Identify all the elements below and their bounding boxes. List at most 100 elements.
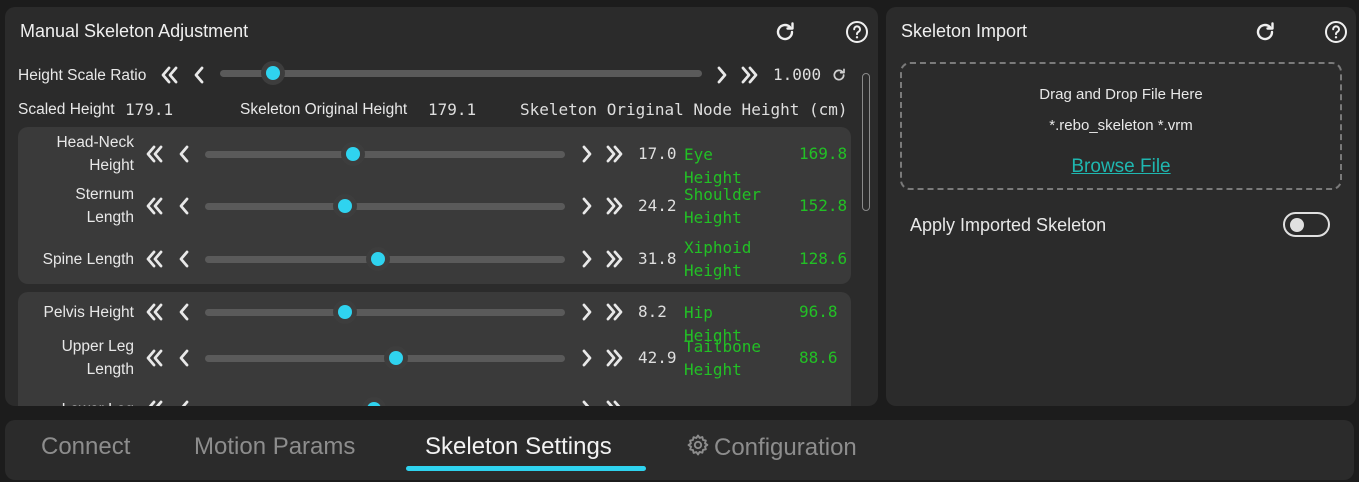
- tab-connect[interactable]: Connect: [41, 433, 130, 461]
- param-value: 42.9: [638, 348, 677, 367]
- chevron-left-icon[interactable]: [173, 301, 195, 323]
- apply-skeleton-toggle[interactable]: [1283, 212, 1330, 237]
- param-value: 24.2: [638, 196, 677, 215]
- param-label-line: Sternum: [75, 186, 134, 203]
- browse-file-link[interactable]: Browse File: [902, 156, 1340, 178]
- height-scale-slider-track[interactable]: [220, 70, 702, 77]
- node-name-line: Xiphoid: [684, 238, 752, 257]
- param-label-line: Length: [86, 361, 134, 378]
- chevron-right-icon[interactable]: [576, 301, 598, 323]
- param-slider-handle[interactable]: [383, 346, 408, 370]
- chevron-left-icon[interactable]: [188, 64, 210, 86]
- param-slider-track[interactable]: [205, 150, 565, 158]
- param-slider-track[interactable]: [205, 308, 565, 316]
- scaled-height-value: 179.1: [125, 100, 174, 119]
- param-label-line: Upper Leg: [61, 338, 134, 355]
- node-name-line: Eye Height: [684, 144, 742, 187]
- param-slider-track[interactable]: [205, 202, 565, 210]
- node-name: Tailbone Height: [684, 335, 761, 381]
- double-chevron-left-icon[interactable]: [143, 195, 165, 217]
- node-height-value: 96.8: [799, 302, 838, 321]
- tab-skeleton-settings[interactable]: Skeleton Settings: [425, 433, 612, 461]
- chevron-left-icon[interactable]: [173, 248, 195, 270]
- node-name-line: Height: [684, 360, 742, 379]
- param-label: Sternum Length: [13, 183, 134, 229]
- chevron-left-icon[interactable]: [173, 347, 195, 369]
- double-chevron-right-icon[interactable]: [604, 347, 626, 369]
- height-scale-slider-handle[interactable]: [261, 61, 286, 85]
- double-chevron-left-icon[interactable]: [158, 64, 180, 86]
- file-extensions: *.rebo_skeleton *.vrm: [1049, 117, 1193, 134]
- double-chevron-right-icon[interactable]: [604, 248, 626, 270]
- double-chevron-left-icon[interactable]: [143, 398, 165, 406]
- double-chevron-right-icon[interactable]: [604, 195, 626, 217]
- param-slider-handle[interactable]: [333, 300, 358, 324]
- node-name-line: Height: [684, 261, 742, 280]
- param-label-line: Pelvis Height: [43, 303, 134, 321]
- double-chevron-left-icon[interactable]: [143, 248, 165, 270]
- param-label: Pelvis Height: [13, 301, 134, 324]
- double-chevron-right-icon[interactable]: [604, 398, 626, 406]
- chevron-left-icon[interactable]: [173, 398, 195, 406]
- chevron-right-icon[interactable]: [711, 64, 733, 86]
- chevron-right-icon[interactable]: [576, 143, 598, 165]
- tab-label: Motion Params: [194, 433, 356, 460]
- scaled-height-label: Scaled Height: [18, 101, 115, 118]
- reset-icon[interactable]: [831, 67, 847, 83]
- node-name-line: Shoulder: [684, 185, 762, 204]
- node-name-line: Height: [684, 208, 742, 227]
- height-scale-value: 1.000: [773, 65, 822, 84]
- chevron-left-icon[interactable]: [173, 195, 195, 217]
- param-label-line: Lower Leg: [13, 398, 134, 407]
- double-chevron-right-icon[interactable]: [739, 64, 761, 86]
- tab-label: Skeleton Settings: [425, 433, 612, 460]
- param-label: Upper Leg Length: [13, 335, 134, 381]
- chevron-right-icon[interactable]: [576, 195, 598, 217]
- file-drop-zone[interactable]: Drag and Drop File Here *.rebo_skeleton …: [900, 62, 1342, 190]
- active-tab-indicator: [406, 466, 646, 471]
- chevron-right-icon[interactable]: [576, 248, 598, 270]
- help-icon[interactable]: [845, 20, 869, 44]
- node-height-value: 169.8: [799, 144, 848, 163]
- node-height-value: 88.6: [799, 348, 838, 367]
- param-label: Lower Leg: [13, 398, 134, 407]
- param-label-line: Length: [86, 209, 134, 226]
- param-slider-handle[interactable]: [333, 194, 358, 218]
- double-chevron-left-icon[interactable]: [143, 347, 165, 369]
- scrollbar[interactable]: [862, 73, 870, 211]
- double-chevron-right-icon[interactable]: [604, 143, 626, 165]
- refresh-icon[interactable]: [773, 20, 797, 44]
- chevron-right-icon[interactable]: [576, 347, 598, 369]
- panel-title: Skeleton Import: [901, 21, 1028, 41]
- param-value: 8.2: [638, 302, 667, 321]
- param-slider-handle[interactable]: [340, 142, 365, 166]
- tab-motion-params[interactable]: Motion Params: [194, 433, 355, 461]
- refresh-icon[interactable]: [1253, 20, 1277, 44]
- param-slider-handle[interactable]: [365, 247, 390, 271]
- double-chevron-right-icon[interactable]: [604, 301, 626, 323]
- tab-configuration[interactable]: Configuration: [686, 433, 857, 462]
- chevron-left-icon[interactable]: [173, 143, 195, 165]
- param-label: Head-Neck Height: [13, 131, 134, 177]
- height-scale-label: Height Scale Ratio: [18, 67, 147, 84]
- bottom-tab-bar: Connect Motion Params Skeleton Settings …: [5, 420, 1354, 480]
- param-value: 17.0: [638, 144, 677, 163]
- tab-label: Connect: [41, 433, 131, 460]
- double-chevron-left-icon[interactable]: [143, 143, 165, 165]
- help-icon[interactable]: [1324, 20, 1348, 44]
- param-label: Spine Length: [13, 248, 134, 271]
- chevron-right-icon[interactable]: [576, 398, 598, 406]
- param-label-line: Spine Length: [42, 250, 134, 268]
- param-value: 31.8: [638, 249, 677, 268]
- drop-instructions: Drag and Drop File Here: [1039, 86, 1203, 103]
- gear-icon: [687, 434, 709, 456]
- original-height-value: 179.1: [428, 100, 477, 119]
- tab-label: Configuration: [714, 434, 857, 461]
- node-name: Eye Height: [684, 143, 742, 189]
- double-chevron-left-icon[interactable]: [143, 301, 165, 323]
- manual-skeleton-adjustment-panel: Manual Skeleton Adjustment Height Scale …: [5, 7, 878, 406]
- node-height-value: 128.6: [799, 249, 848, 268]
- param-label-line: Height: [89, 157, 134, 174]
- apply-skeleton-label: Apply Imported Skeleton: [910, 215, 1107, 235]
- original-height-label: Skeleton Original Height: [240, 101, 408, 118]
